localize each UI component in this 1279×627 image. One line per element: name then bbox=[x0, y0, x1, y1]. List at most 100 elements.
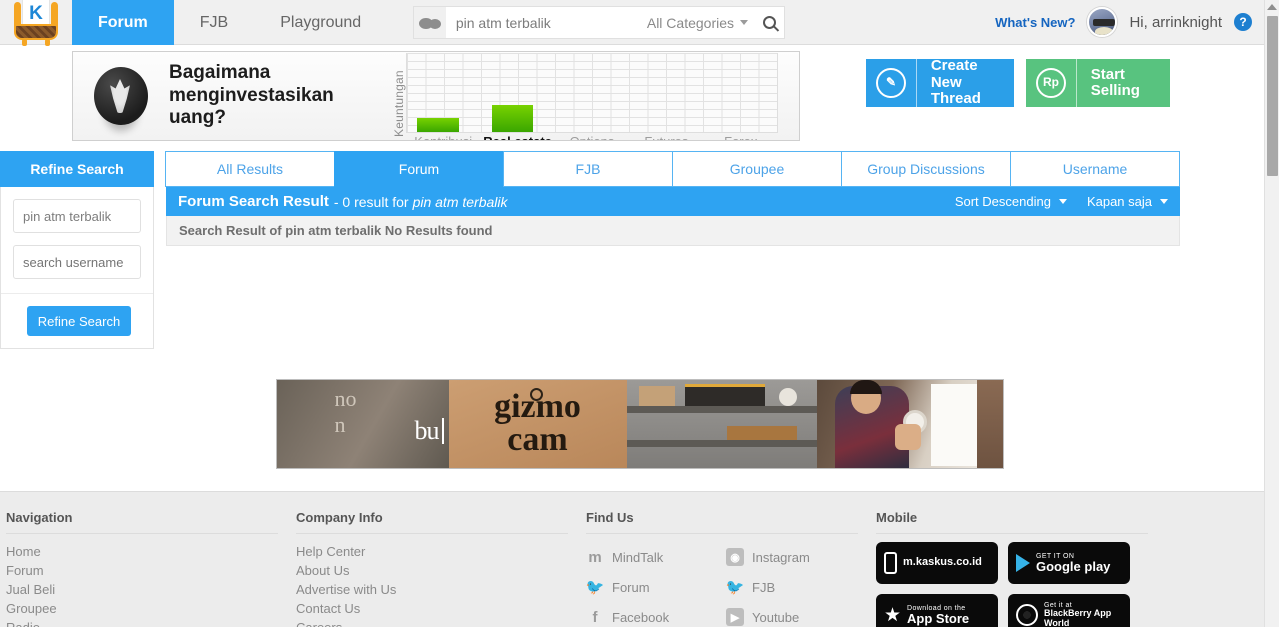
social-label: Facebook bbox=[612, 609, 670, 625]
ad-panel-shelf bbox=[626, 380, 817, 468]
tab-fjb[interactable]: FJB bbox=[503, 151, 673, 187]
nav-tab-fjb[interactable]: FJB bbox=[174, 0, 254, 45]
results-title: Forum Search Result bbox=[178, 193, 329, 210]
twitter-icon: 🐦 bbox=[585, 579, 605, 596]
scrollbar-thumb[interactable] bbox=[1267, 16, 1278, 176]
tab-all-results[interactable]: All Results bbox=[165, 151, 335, 187]
social-label: FJB bbox=[752, 579, 776, 595]
page-footer: Navigation HomeForumJual BeliGroupeeRadi… bbox=[0, 491, 1264, 627]
footer-link-groupee[interactable]: Groupee bbox=[6, 599, 296, 618]
badge-apple[interactable]: ★ Download on the App Store bbox=[876, 594, 998, 627]
search-submit-button[interactable] bbox=[754, 16, 784, 29]
results-panel: Forum Search Result - 0 result for pin a… bbox=[166, 187, 1180, 349]
facebook-icon: f bbox=[592, 608, 598, 626]
badge-blackberry[interactable]: Get it at BlackBerry App World bbox=[1008, 594, 1130, 627]
results-query: pin atm terbalik bbox=[412, 193, 508, 210]
badge-google-play[interactable]: GET IT ON Google play bbox=[1008, 542, 1130, 584]
footer-link-jual-beli[interactable]: Jual Beli bbox=[6, 580, 296, 599]
nav-tab-forum[interactable]: Forum bbox=[72, 0, 174, 45]
refine-search-button[interactable]: Refine Search bbox=[27, 306, 131, 336]
badge-label: App Store bbox=[907, 610, 970, 626]
search-input[interactable] bbox=[445, 14, 647, 31]
ad-wall-text: no n bbox=[334, 386, 357, 437]
chart-plot-area bbox=[406, 53, 778, 133]
tab-username[interactable]: Username bbox=[1010, 151, 1180, 187]
ad-brand-line2: cam bbox=[507, 421, 568, 459]
social-link-mindtalk[interactable]: m MindTalk bbox=[586, 542, 726, 572]
social-label: Forum bbox=[612, 579, 650, 595]
blackberry-icon bbox=[1016, 604, 1038, 626]
social-label: Youtube bbox=[752, 609, 800, 625]
chart-x-tick: Options bbox=[555, 134, 629, 140]
whats-new-link[interactable]: What's New? bbox=[995, 15, 1075, 30]
social-link-facebook[interactable]: f Facebook bbox=[586, 602, 726, 627]
social-label: MindTalk bbox=[612, 549, 664, 565]
badge-label: m.kaskus.co.id bbox=[903, 556, 982, 569]
chevron-down-icon bbox=[740, 20, 749, 25]
rupiah-icon: Rp bbox=[1036, 68, 1066, 98]
chart-x-tick-labels: KontribusiReal estateOptionsFuturesForex bbox=[406, 133, 778, 140]
logo-leg-left bbox=[22, 39, 27, 46]
refine-keyword-input[interactable] bbox=[13, 199, 141, 233]
footer-link-help-center[interactable]: Help Center bbox=[296, 542, 586, 561]
footer-link-radio[interactable]: Radio bbox=[6, 618, 296, 627]
time-filter-dropdown[interactable]: Kapan saja bbox=[1087, 194, 1168, 209]
footer-column-find-us: Find Us m MindTalk ◉ Instagram 🐦 Forum 🐦 FJB f Fa… bbox=[586, 510, 876, 627]
social-link-fjb[interactable]: 🐦 FJB bbox=[726, 572, 866, 602]
kaskus-logo[interactable]: K bbox=[0, 0, 72, 46]
search-category-dropdown[interactable]: All Categories bbox=[647, 15, 754, 31]
footer-link-home[interactable]: Home bbox=[6, 542, 296, 561]
gizmo-cam-ad-banner[interactable]: no n bu gizmo cam bbox=[275, 379, 1004, 469]
footer-link-about-us[interactable]: About Us bbox=[296, 561, 586, 580]
start-selling-label: Start Selling bbox=[1090, 65, 1140, 99]
footer-link-forum[interactable]: Forum bbox=[6, 561, 296, 580]
top-ad-banner[interactable]: Bagaimana menginvestasikan uang? Keuntun… bbox=[72, 51, 800, 141]
badge-label: BlackBerry App World bbox=[1044, 608, 1112, 627]
action-buttons: ✎ Create New Thread Rp Start Selling bbox=[866, 51, 1170, 107]
google-play-icon bbox=[1016, 554, 1030, 572]
footer-column-mobile: Mobile m.kaskus.co.id GET IT ON Google pla… bbox=[876, 510, 1176, 627]
nav-tab-playground[interactable]: Playground bbox=[254, 0, 387, 45]
tab-groupee[interactable]: Groupee bbox=[672, 151, 842, 187]
avatar[interactable] bbox=[1087, 7, 1118, 37]
social-label: Instagram bbox=[752, 549, 810, 565]
basket-icon bbox=[14, 24, 58, 40]
social-link-youtube[interactable]: ▶ Youtube bbox=[726, 602, 866, 627]
phone-icon bbox=[884, 552, 897, 574]
vertical-scrollbar[interactable] bbox=[1264, 0, 1279, 627]
refine-search-sidebar: Refine Search bbox=[0, 187, 154, 349]
pencil-icon: ✎ bbox=[876, 68, 906, 98]
mindtalk-icon: m bbox=[588, 548, 602, 566]
footer-link-careers[interactable]: Careers bbox=[296, 618, 586, 627]
start-selling-button[interactable]: Rp Start Selling bbox=[1026, 59, 1170, 107]
sort-label: Sort Descending bbox=[954, 194, 1051, 209]
user-greeting[interactable]: Hi, arrinknight bbox=[1129, 14, 1222, 31]
scroll-up-arrow-icon[interactable] bbox=[1267, 4, 1277, 10]
sort-dropdown[interactable]: Sort Descending bbox=[955, 194, 1067, 209]
refine-username-input[interactable] bbox=[13, 245, 141, 279]
footer-link-advertise-with-us[interactable]: Advertise with Us bbox=[296, 580, 586, 599]
refine-search-header: Refine Search bbox=[0, 151, 154, 187]
drama-mask-icon bbox=[73, 52, 169, 140]
tab-group-discussions[interactable]: Group Discussions bbox=[841, 151, 1011, 187]
footer-heading: Find Us bbox=[586, 510, 858, 534]
badge-phone[interactable]: m.kaskus.co.id bbox=[876, 542, 998, 584]
footer-heading: Mobile bbox=[876, 510, 1148, 534]
help-icon[interactable]: ? bbox=[1234, 13, 1252, 31]
create-new-thread-button[interactable]: ✎ Create New Thread bbox=[866, 57, 1014, 107]
tab-forum[interactable]: Forum bbox=[334, 151, 504, 187]
chart-bar bbox=[417, 117, 460, 132]
instagram-icon: ◉ bbox=[726, 548, 744, 566]
twitter-icon: 🐦 bbox=[725, 579, 745, 596]
body-row: Refine Search Forum Search Result - 0 re… bbox=[0, 187, 1180, 349]
footer-link-contact-us[interactable]: Contact Us bbox=[296, 599, 586, 618]
footer-heading: Company Info bbox=[296, 510, 568, 534]
create-thread-line1: Create New bbox=[930, 57, 978, 91]
chart-y-axis-label: Keuntungan bbox=[392, 70, 406, 137]
cloud-icon bbox=[414, 7, 446, 38]
logo-leg-right bbox=[45, 39, 50, 46]
social-link-instagram[interactable]: ◉ Instagram bbox=[726, 542, 866, 572]
social-link-forum[interactable]: 🐦 Forum bbox=[586, 572, 726, 602]
chart-x-tick: Real estate bbox=[480, 134, 554, 140]
sidebar-divider bbox=[1, 293, 153, 294]
